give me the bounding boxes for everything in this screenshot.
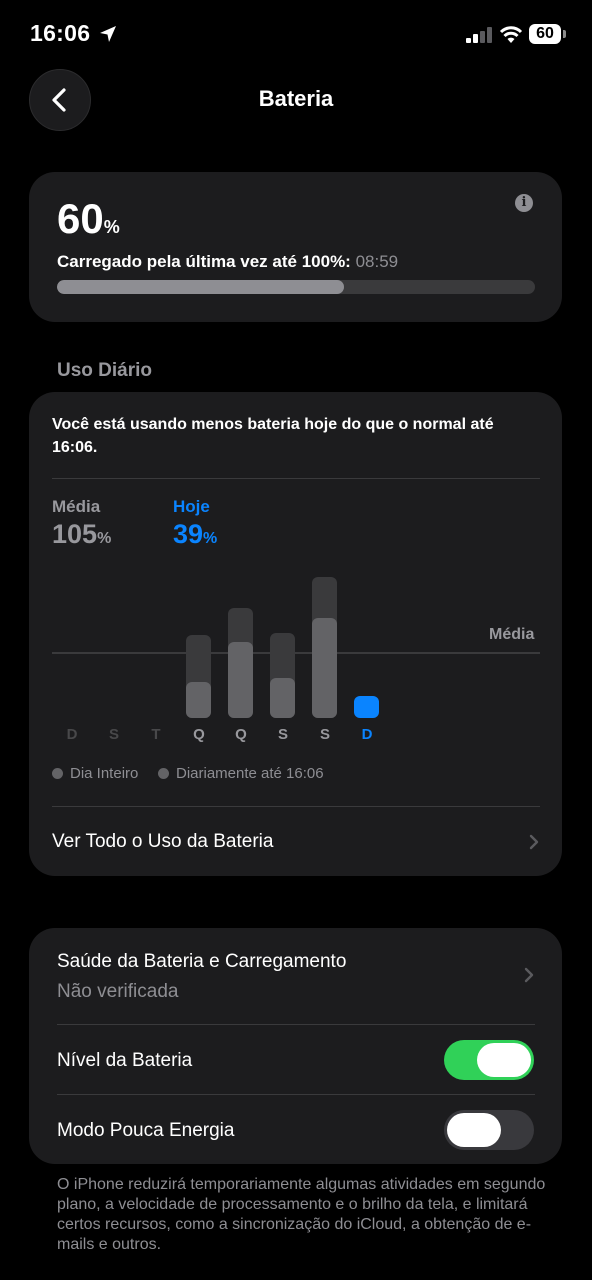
average-value: 105% [52,519,112,549]
location-arrow-icon [100,26,116,42]
battery-percent: 60% [57,195,120,242]
average-line [52,652,540,654]
day-label: T [151,726,161,743]
day-label: S [108,726,119,743]
day-label: S [319,726,330,743]
section-label-daily-usage: Uso Diário [57,360,153,381]
page-title: Bateria [258,86,334,111]
last-charged-text: Carregado pela última vez até 100%: 08:5… [57,252,399,271]
chevron-right-icon [529,834,539,850]
average-label: Média [52,497,101,516]
low-power-mode-label: Modo Pouca Energia [57,1120,235,1141]
legend-dot-full-day [52,768,63,779]
average-line-label: Média [489,626,535,643]
last-charged-time: 08:59 [355,252,399,271]
see-all-usage-link[interactable]: Ver Todo o Uso da Bateria [52,831,273,853]
legend-dot-until-now [158,768,169,779]
battery-level-text: 60 [529,24,561,44]
today-value: 39% [173,519,218,549]
divider [52,478,540,479]
battery-health-status: Não verificada [57,981,179,1002]
bar-until-now [186,681,211,718]
battery-icon: 60 [529,24,567,46]
usage-message: Você está usando menos bateria hoje do q… [52,416,494,456]
divider [57,1094,535,1095]
bar-until-now [270,677,295,718]
battery-level-label: Nível da Bateria [57,1050,193,1071]
divider [52,806,540,807]
bar-today [354,696,379,718]
daily-usage-card [29,392,562,876]
wifi-icon [499,26,523,43]
day-label: Q [193,726,205,743]
bar-until-now [228,642,253,718]
day-label: Q [235,726,247,743]
legend-label-until-now: Diariamente até 16:06 [176,765,324,782]
status-time: 16:06 [30,20,91,46]
divider [57,1024,535,1025]
bar-until-now [312,618,337,718]
legend-label-full-day: Dia Inteiro [70,765,139,782]
battery-health-title[interactable]: Saúde da Bateria e Carregamento [57,951,346,973]
day-label: D [66,726,78,743]
chevron-right-icon [524,967,534,983]
day-label: S [277,726,288,743]
battery-progress-fill [57,280,344,294]
low-power-footnote: O iPhone reduzirá temporariamente alguma… [57,1176,546,1253]
low-power-mode-toggle[interactable] [444,1110,534,1150]
day-label: D [361,726,373,743]
battery-percentage-toggle[interactable] [444,1040,534,1080]
today-label: Hoje [173,497,210,516]
cellular-signal-icon [466,27,492,43]
battery-progress-bar [57,280,535,294]
info-icon[interactable]: i [515,194,533,212]
